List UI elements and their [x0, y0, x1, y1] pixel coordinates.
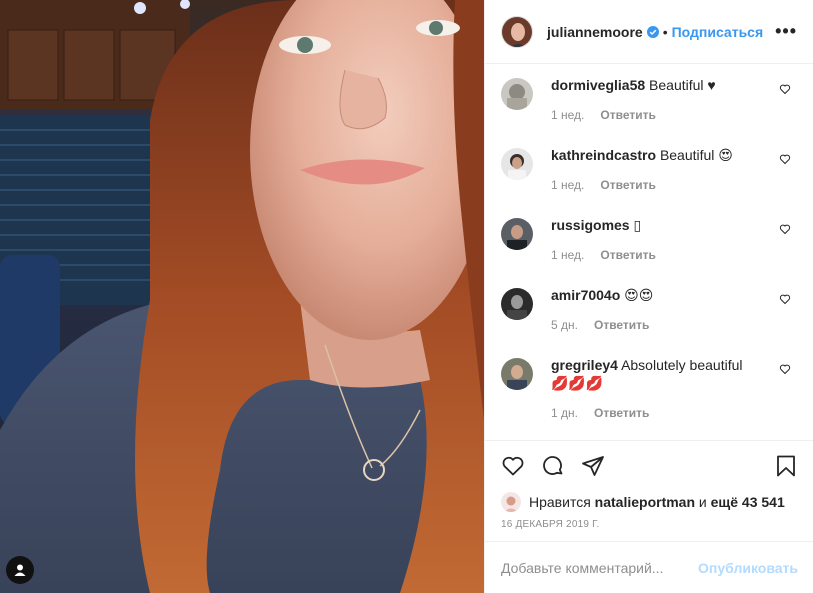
reply-button[interactable]: Ответить: [600, 176, 655, 194]
add-comment-bar: Опубликовать: [485, 541, 813, 593]
likes-count[interactable]: ещё 43 541: [711, 494, 785, 510]
likes-conjunction: и: [698, 494, 707, 510]
commenter-avatar-image: [501, 358, 533, 390]
commenter-avatar[interactable]: [501, 148, 533, 180]
comment-age[interactable]: 5 дн.: [551, 316, 578, 334]
publish-button[interactable]: Опубликовать: [698, 560, 798, 576]
comment-username[interactable]: amir7004o: [551, 287, 620, 303]
comment-age[interactable]: 1 нед.: [551, 176, 584, 194]
comment-text: Beautiful ♥: [649, 77, 716, 93]
verified-badge-icon: [646, 25, 659, 38]
comment-item: russigomes ▯ 1 нед. Ответить: [501, 216, 797, 286]
comments-list[interactable]: dormiveglia58 Beautiful ♥ 1 нед. Ответит…: [485, 64, 813, 440]
liker-avatar[interactable]: [501, 492, 521, 512]
reply-button[interactable]: Ответить: [600, 246, 655, 264]
commenter-avatar[interactable]: [501, 288, 533, 320]
comment-body: russigomes ▯ 1 нед. Ответить: [551, 216, 761, 286]
reply-button[interactable]: Ответить: [594, 316, 649, 334]
comment-item: dormiveglia58 Beautiful ♥ 1 нед. Ответит…: [501, 76, 797, 146]
likes-summary: Нравится natalieportman и ещё 43 541: [485, 491, 813, 513]
like-comment-heart-icon[interactable]: [779, 83, 791, 95]
liker-avatar-image: [501, 492, 521, 512]
like-comment-heart-icon[interactable]: [779, 223, 791, 235]
like-heart-icon[interactable]: [501, 454, 525, 478]
comment-meta: 5 дн. Ответить: [551, 316, 761, 334]
bookmark-save-icon[interactable]: [774, 454, 798, 478]
commenter-avatar[interactable]: [501, 358, 533, 390]
action-bar: [485, 441, 813, 491]
comment-meta: 1 нед. Ответить: [551, 176, 761, 194]
comment-username[interactable]: dormiveglia58: [551, 77, 645, 93]
more-options-icon[interactable]: •••: [775, 21, 797, 42]
comment-meta: 1 нед. Ответить: [551, 246, 761, 264]
comment-text: Beautiful 😍: [659, 147, 733, 163]
author-avatar-image: [502, 16, 532, 47]
share-direct-icon[interactable]: [581, 454, 605, 478]
comment-item: amir7004o 😍😍 5 дн. Ответить: [501, 286, 797, 356]
comment-body: kathreindcastro Beautiful 😍 1 нед. Ответ…: [551, 146, 761, 216]
commenter-avatar-image: [501, 78, 533, 110]
commenter-avatar-image: [501, 288, 533, 320]
reply-button[interactable]: Ответить: [600, 106, 655, 124]
commenter-avatar[interactable]: [501, 78, 533, 110]
author-username[interactable]: juliannemoore: [547, 24, 643, 40]
user-icon: [14, 564, 26, 576]
comment-username[interactable]: russigomes: [551, 217, 630, 233]
tagged-users-button[interactable]: [6, 556, 34, 584]
comment-age[interactable]: 1 нед.: [551, 246, 584, 264]
comment-text: ▯: [633, 217, 642, 233]
commenter-avatar-image: [501, 218, 533, 250]
like-comment-heart-icon[interactable]: [779, 293, 791, 305]
comment-item: gregriley4 Absolutely beautiful 💋💋💋 1 дн…: [501, 356, 797, 440]
post-side-panel: juliannemoore • Подписаться ••• dormiveg…: [484, 0, 813, 593]
commenter-avatar-image: [501, 148, 533, 180]
post-photo[interactable]: [0, 0, 484, 593]
liker-username[interactable]: natalieportman: [595, 494, 695, 510]
follow-button[interactable]: Подписаться: [672, 24, 764, 40]
comment-input[interactable]: [501, 559, 699, 576]
comment-body: gregriley4 Absolutely beautiful 💋💋💋 1 дн…: [551, 356, 761, 440]
post-header: juliannemoore • Подписаться •••: [485, 0, 813, 64]
comment-age[interactable]: 1 нед.: [551, 106, 584, 124]
comment-body: amir7004o 😍😍 5 дн. Ответить: [551, 286, 761, 356]
header-separator: •: [662, 23, 668, 40]
post-date[interactable]: 16 ДЕКАБРЯ 2019 Г.: [485, 513, 813, 530]
author-avatar[interactable]: [501, 15, 533, 48]
comment-username[interactable]: gregriley4: [551, 357, 618, 373]
likes-prefix: Нравится: [529, 494, 591, 510]
like-comment-heart-icon[interactable]: [779, 363, 791, 375]
comment-item: kathreindcastro Beautiful 😍 1 нед. Ответ…: [501, 146, 797, 216]
post-image: [0, 0, 484, 593]
comment-text: 😍😍: [624, 287, 654, 303]
post-actions-section: Нравится natalieportman и ещё 43 541 16 …: [485, 440, 813, 530]
comment-username[interactable]: kathreindcastro: [551, 147, 656, 163]
comment-age[interactable]: 1 дн.: [551, 404, 578, 422]
reply-button[interactable]: Ответить: [594, 404, 649, 422]
comment-body: dormiveglia58 Beautiful ♥ 1 нед. Ответит…: [551, 76, 761, 146]
comment-bubble-icon[interactable]: [541, 454, 565, 478]
comment-meta: 1 нед. Ответить: [551, 106, 761, 124]
commenter-avatar[interactable]: [501, 218, 533, 250]
comment-meta: 1 дн. Ответить: [551, 404, 761, 422]
like-comment-heart-icon[interactable]: [779, 153, 791, 165]
